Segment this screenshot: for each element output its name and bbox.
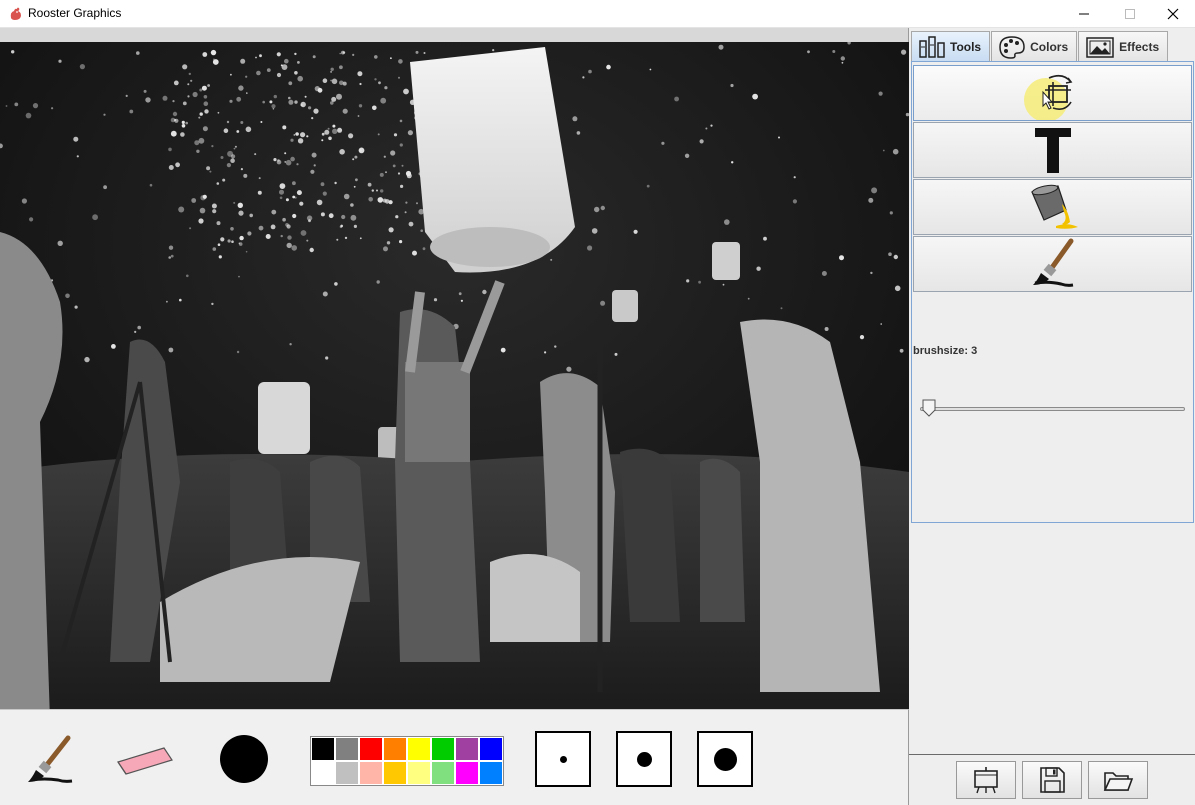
medium-dot-icon bbox=[636, 751, 652, 767]
brush-tool-panel-button[interactable] bbox=[913, 236, 1192, 292]
color-palette bbox=[310, 736, 504, 786]
close-button[interactable] bbox=[1150, 0, 1195, 28]
bottom-toolbar bbox=[0, 709, 909, 805]
window-title: Rooster Graphics bbox=[28, 6, 122, 20]
color-swatch[interactable] bbox=[311, 737, 335, 761]
canvas-icon bbox=[974, 767, 998, 794]
color-swatch[interactable] bbox=[335, 737, 359, 761]
brushsize-label: brushsize: 3 bbox=[913, 345, 978, 357]
tab-effects[interactable]: Effects bbox=[1078, 31, 1169, 61]
lantern-photo[interactable] bbox=[0, 42, 909, 720]
crop-rotate-icon bbox=[1023, 74, 1072, 120]
tab-tools-label: Tools bbox=[950, 39, 982, 54]
tools-tab-content: brushsize: 3 bbox=[911, 61, 1194, 523]
color-swatch[interactable] bbox=[479, 761, 503, 785]
minimize-button[interactable] bbox=[1061, 0, 1107, 28]
brushsize-slider[interactable] bbox=[920, 399, 1185, 417]
open-button[interactable] bbox=[1088, 761, 1148, 799]
current-color-button[interactable] bbox=[219, 734, 269, 789]
text-tool-icon bbox=[1034, 128, 1071, 173]
eraser-icon bbox=[117, 747, 173, 775]
tools-icon bbox=[919, 35, 945, 58]
color-swatch[interactable] bbox=[383, 761, 407, 785]
color-swatch[interactable] bbox=[407, 737, 431, 761]
minimize-icon bbox=[1079, 13, 1089, 15]
size-large-button[interactable] bbox=[697, 731, 753, 787]
slider-track bbox=[920, 407, 1185, 411]
file-actions-bar bbox=[909, 754, 1195, 805]
text-tool-button[interactable] bbox=[913, 122, 1192, 178]
tab-strip: Tools Colors Effects bbox=[911, 31, 1169, 61]
tab-effects-label: Effects bbox=[1119, 39, 1160, 54]
drawing-canvas[interactable] bbox=[0, 28, 909, 737]
new-canvas-button[interactable] bbox=[956, 761, 1016, 799]
slider-thumb[interactable] bbox=[922, 399, 936, 417]
color-swatch[interactable] bbox=[431, 737, 455, 761]
color-swatch[interactable] bbox=[479, 737, 503, 761]
color-swatch[interactable] bbox=[431, 761, 455, 785]
color-swatch[interactable] bbox=[407, 761, 431, 785]
color-swatch[interactable] bbox=[455, 737, 479, 761]
color-swatch[interactable] bbox=[359, 737, 383, 761]
color-swatch[interactable] bbox=[335, 761, 359, 785]
picture-icon bbox=[1086, 36, 1114, 58]
tab-colors[interactable]: Colors bbox=[991, 31, 1078, 61]
small-dot-icon bbox=[559, 755, 567, 763]
save-button[interactable] bbox=[1022, 761, 1082, 799]
color-swatch[interactable] bbox=[311, 761, 335, 785]
current-color-circle bbox=[220, 735, 268, 783]
size-medium-button[interactable] bbox=[616, 731, 672, 787]
color-swatch[interactable] bbox=[455, 761, 479, 785]
eraser-tool-button[interactable] bbox=[112, 740, 178, 785]
save-icon bbox=[1040, 767, 1065, 793]
title-bar: Rooster Graphics bbox=[0, 0, 1195, 28]
crop-rotate-tool-button[interactable] bbox=[913, 65, 1192, 121]
paintbrush-icon bbox=[1032, 238, 1073, 287]
open-folder-icon bbox=[1103, 772, 1134, 791]
rooster-app-icon bbox=[10, 7, 21, 21]
tab-colors-label: Colors bbox=[1030, 39, 1069, 54]
palette-icon bbox=[999, 35, 1025, 59]
maximize-icon bbox=[1125, 9, 1135, 19]
brush-tool-button[interactable] bbox=[24, 732, 78, 791]
maximize-button[interactable] bbox=[1107, 0, 1153, 28]
paint-bucket-icon bbox=[1030, 184, 1078, 229]
color-swatch[interactable] bbox=[359, 761, 383, 785]
right-panel: Tools Colors Effects brushsize: 3 bbox=[909, 28, 1195, 805]
large-dot-icon bbox=[713, 747, 737, 771]
paintbrush-icon bbox=[28, 735, 73, 783]
size-small-button[interactable] bbox=[535, 731, 591, 787]
color-swatch[interactable] bbox=[383, 737, 407, 761]
paint-bucket-tool-button[interactable] bbox=[913, 179, 1192, 235]
close-icon bbox=[1167, 8, 1179, 20]
tab-tools[interactable]: Tools bbox=[911, 31, 991, 61]
